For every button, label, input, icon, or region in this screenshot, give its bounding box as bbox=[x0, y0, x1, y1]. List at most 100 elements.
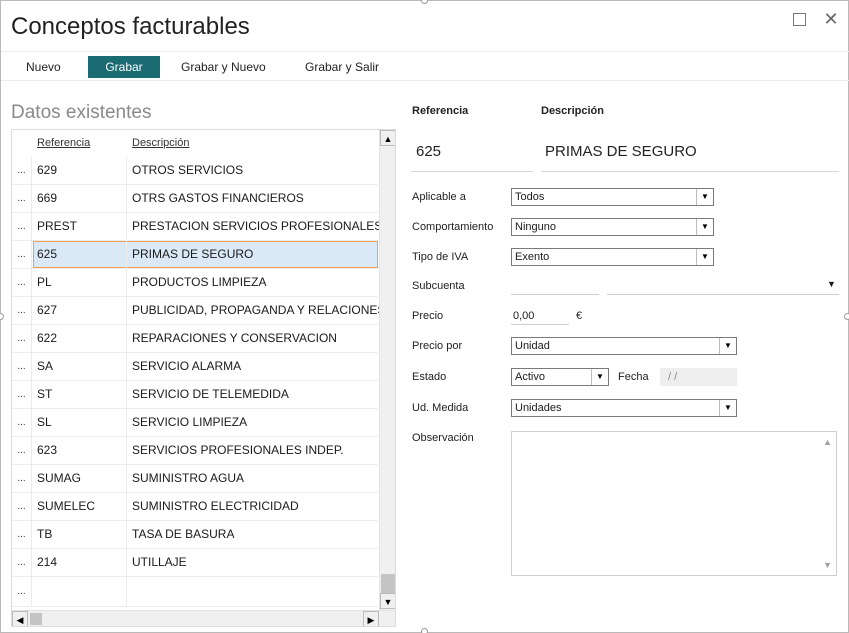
table-row[interactable]: ... 622 REPARACIONES Y CONSERVACION bbox=[12, 325, 378, 353]
ud-medida-select[interactable]: Unidades ▼ bbox=[511, 399, 737, 417]
table-row[interactable]: ... 629 OTROS SERVICIOS bbox=[12, 157, 378, 185]
observacion-label: Observación bbox=[412, 432, 474, 444]
table-row[interactable]: ... SL SERVICIO LIMPIEZA bbox=[12, 409, 378, 437]
subcuenta-label: Subcuenta bbox=[412, 280, 465, 292]
table-row[interactable]: ... 625 PRIMAS DE SEGURO bbox=[12, 241, 378, 269]
table-row[interactable]: ... 623 SERVICIOS PROFESIONALES INDEP. bbox=[12, 437, 378, 465]
grabar-salir-button[interactable]: Grabar y Salir bbox=[295, 56, 389, 78]
row-selector[interactable]: ... bbox=[12, 577, 32, 607]
grabar-nuevo-button[interactable]: Grabar y Nuevo bbox=[171, 56, 276, 78]
nuevo-button[interactable]: Nuevo bbox=[16, 56, 71, 78]
row-selector[interactable]: ... bbox=[12, 157, 32, 184]
column-separator bbox=[126, 577, 127, 607]
row-selector[interactable]: ... bbox=[12, 465, 32, 492]
iva-select[interactable]: Exento ▼ bbox=[511, 248, 714, 266]
scroll-left-icon[interactable]: ◀ bbox=[12, 611, 28, 626]
column-separator bbox=[126, 409, 127, 436]
horizontal-scrollbar[interactable]: ◀ ▶ bbox=[12, 610, 395, 626]
table-row[interactable]: ... 669 OTRS GASTOS FINANCIEROS bbox=[12, 185, 378, 213]
table-row[interactable]: ... PL PRODUCTOS LIMPIEZA bbox=[12, 269, 378, 297]
descripcion-label: Descripción bbox=[541, 105, 604, 117]
column-header-descripcion[interactable]: Descripción bbox=[132, 137, 189, 149]
new-row[interactable]: ... bbox=[12, 577, 378, 607]
row-selector[interactable]: ... bbox=[12, 493, 32, 520]
row-descripcion: PRODUCTOS LIMPIEZA bbox=[132, 275, 267, 289]
subcuenta-dropdown-icon[interactable]: ▼ bbox=[827, 279, 836, 289]
descripcion-underline bbox=[541, 171, 839, 172]
estado-select[interactable]: Activo ▼ bbox=[511, 368, 609, 386]
table-row[interactable]: ... ST SERVICIO DE TELEMEDIDA bbox=[12, 381, 378, 409]
row-selector[interactable]: ... bbox=[12, 269, 32, 296]
observacion-scrollbar[interactable]: ▲ ▼ bbox=[819, 432, 836, 575]
precio-label: Precio bbox=[412, 310, 444, 322]
row-selector[interactable]: ... bbox=[12, 297, 32, 324]
subcuenta-input[interactable] bbox=[511, 277, 599, 295]
row-referencia: 214 bbox=[37, 555, 58, 569]
row-selector[interactable]: ... bbox=[12, 213, 32, 240]
row-selector[interactable]: ... bbox=[12, 521, 32, 548]
close-icon[interactable]: ✕ bbox=[823, 10, 839, 28]
toolbar: Nuevo Grabar Grabar y Nuevo Grabar y Sal… bbox=[1, 51, 849, 81]
row-selector[interactable]: ... bbox=[12, 549, 32, 576]
chevron-down-icon[interactable]: ▼ bbox=[696, 189, 713, 205]
table-row[interactable]: ... SA SERVICIO ALARMA bbox=[12, 353, 378, 381]
row-referencia: PREST bbox=[37, 219, 78, 233]
chevron-down-icon[interactable]: ▼ bbox=[696, 219, 713, 235]
row-descripcion: SUMINISTRO ELECTRICIDAD bbox=[132, 499, 299, 513]
scroll-down-icon[interactable]: ▼ bbox=[823, 560, 832, 570]
table-row[interactable]: ... TB TASA DE BASURA bbox=[12, 521, 378, 549]
precio-input[interactable]: 0,00 bbox=[511, 307, 569, 325]
row-referencia: ST bbox=[37, 387, 53, 401]
column-separator bbox=[126, 213, 127, 240]
row-selector[interactable]: ... bbox=[12, 381, 32, 408]
table-row[interactable]: ... PREST PRESTACION SERVICIOS PROFESIONAL… bbox=[12, 213, 382, 241]
table-row[interactable]: ... SUMAG SUMINISTRO AGUA bbox=[12, 465, 378, 493]
referencia-field[interactable]: 625 bbox=[416, 143, 441, 160]
dialog-window: Conceptos facturables ✕ Nuevo Grabar Gra… bbox=[0, 0, 849, 633]
row-selector[interactable]: ... bbox=[12, 437, 32, 464]
comportamiento-select[interactable]: Ninguno ▼ bbox=[511, 218, 714, 236]
window-title: Conceptos facturables bbox=[11, 13, 250, 40]
vertical-scrollbar[interactable]: ▲ ▼ bbox=[379, 130, 395, 610]
aplicable-value: Todos bbox=[515, 191, 545, 203]
chevron-down-icon[interactable]: ▼ bbox=[696, 249, 713, 265]
iva-value: Exento bbox=[515, 251, 550, 263]
aplicable-select[interactable]: Todos ▼ bbox=[511, 188, 714, 206]
column-separator bbox=[126, 269, 127, 296]
subcuenta-description-input[interactable] bbox=[607, 277, 839, 295]
row-descripcion: OTRS GASTOS FINANCIEROS bbox=[132, 191, 304, 205]
resize-handle-left[interactable] bbox=[0, 313, 4, 320]
row-selector[interactable]: ... bbox=[12, 325, 32, 352]
chevron-down-icon[interactable]: ▼ bbox=[591, 369, 608, 385]
hscrollbar-thumb[interactable] bbox=[30, 613, 42, 625]
table-row[interactable]: ... 214 UTILLAJE bbox=[12, 549, 378, 577]
column-separator bbox=[126, 157, 127, 184]
row-selector[interactable]: ... bbox=[12, 241, 32, 268]
grabar-button[interactable]: Grabar bbox=[88, 56, 160, 78]
row-descripcion: UTILLAJE bbox=[132, 555, 187, 569]
scroll-right-icon[interactable]: ▶ bbox=[363, 611, 379, 626]
column-header-referencia[interactable]: Referencia bbox=[37, 137, 90, 149]
chevron-down-icon[interactable]: ▼ bbox=[719, 400, 736, 416]
maximize-icon[interactable] bbox=[793, 13, 806, 26]
scroll-up-icon[interactable]: ▲ bbox=[823, 437, 832, 447]
observacion-textarea[interactable]: ▲ ▼ bbox=[511, 431, 837, 576]
scroll-down-icon[interactable]: ▼ bbox=[380, 593, 395, 609]
column-separator bbox=[126, 381, 127, 408]
chevron-down-icon[interactable]: ▼ bbox=[719, 338, 736, 354]
precio-por-select[interactable]: Unidad ▼ bbox=[511, 337, 737, 355]
resize-handle-right[interactable] bbox=[844, 313, 849, 320]
resize-handle-top[interactable] bbox=[421, 0, 428, 4]
row-selector[interactable]: ... bbox=[12, 185, 32, 212]
row-descripcion: OTROS SERVICIOS bbox=[132, 163, 244, 177]
row-descripcion: SERVICIOS PROFESIONALES INDEP. bbox=[132, 443, 344, 457]
scroll-up-icon[interactable]: ▲ bbox=[380, 130, 395, 146]
fecha-input[interactable]: / / bbox=[660, 368, 737, 386]
row-selector[interactable]: ... bbox=[12, 353, 32, 380]
table-row[interactable]: ... 627 PUBLICIDAD, PROPAGANDA Y RELACIONE… bbox=[12, 297, 385, 325]
table-row[interactable]: ... SUMELEC SUMINISTRO ELECTRICIDAD bbox=[12, 493, 378, 521]
column-separator bbox=[126, 325, 127, 352]
descripcion-field[interactable]: PRIMAS DE SEGURO bbox=[545, 143, 697, 160]
resize-handle-bottom[interactable] bbox=[421, 628, 428, 633]
row-selector[interactable]: ... bbox=[12, 409, 32, 436]
